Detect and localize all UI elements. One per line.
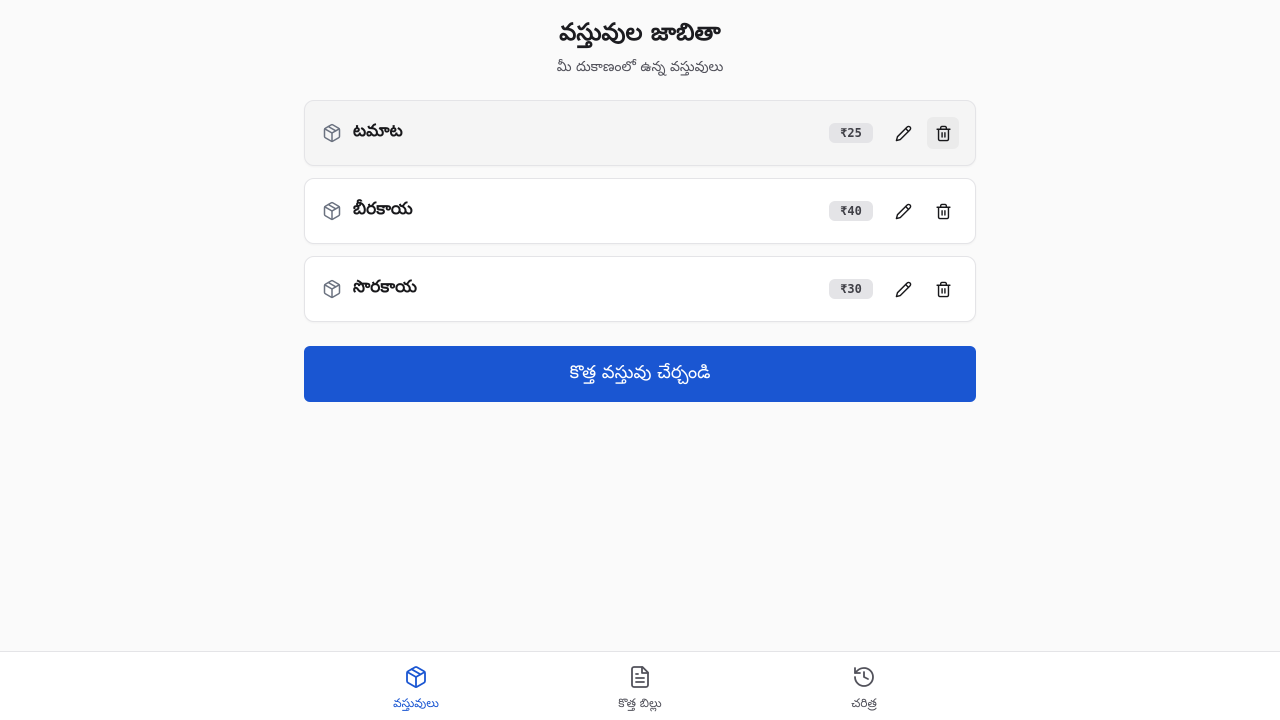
trash-icon — [935, 281, 951, 297]
list-item: సొరకాయ ₹30 — [304, 256, 976, 322]
file-text-icon — [580, 664, 700, 690]
package-icon — [321, 122, 343, 144]
package-icon — [321, 200, 343, 222]
delete-button[interactable] — [927, 273, 959, 305]
item-list: టమాట ₹25 బీరకాయ ₹40 సొరకాయ ₹30 — [304, 100, 976, 334]
nav-label: చరిత్ర — [851, 696, 877, 710]
item-name: బీరకాయ — [353, 199, 413, 219]
pencil-icon — [895, 281, 911, 297]
trash-icon — [935, 203, 951, 219]
package-icon — [356, 664, 476, 690]
price-badge: ₹30 — [829, 279, 873, 299]
pencil-icon — [895, 125, 911, 141]
page-title: వస్తువుల జాబితా — [559, 18, 721, 46]
item-name: సొరకాయ — [353, 277, 417, 297]
nav-items[interactable]: వస్తువులు — [356, 664, 476, 713]
bottom-nav: వస్తువులు కొత్త బిల్లు చరిత్ర — [0, 651, 1280, 720]
edit-button[interactable] — [887, 117, 919, 149]
trash-icon — [935, 125, 951, 141]
price-badge: ₹25 — [829, 123, 873, 143]
list-item: టమాట ₹25 — [304, 100, 976, 166]
item-name: టమాట — [353, 121, 403, 141]
add-item-button[interactable]: కొత్త వస్తువు చేర్చండి — [304, 346, 976, 402]
edit-button[interactable] — [887, 195, 919, 227]
page-subtitle: మీ దుకాణంలో ఉన్న వస్తువులు — [556, 59, 724, 75]
delete-button[interactable] — [927, 195, 959, 227]
price-badge: ₹40 — [829, 201, 873, 221]
pencil-icon — [895, 203, 911, 219]
edit-button[interactable] — [887, 273, 919, 305]
nav-new-bill[interactable]: కొత్త బిల్లు — [580, 664, 700, 713]
nav-label: కొత్త బిల్లు — [618, 696, 662, 710]
nav-history[interactable]: చరిత్ర — [804, 664, 924, 713]
package-icon — [321, 278, 343, 300]
delete-button[interactable] — [927, 117, 959, 149]
nav-label: వస్తువులు — [393, 696, 439, 710]
history-icon — [804, 664, 924, 690]
list-item: బీరకాయ ₹40 — [304, 178, 976, 244]
